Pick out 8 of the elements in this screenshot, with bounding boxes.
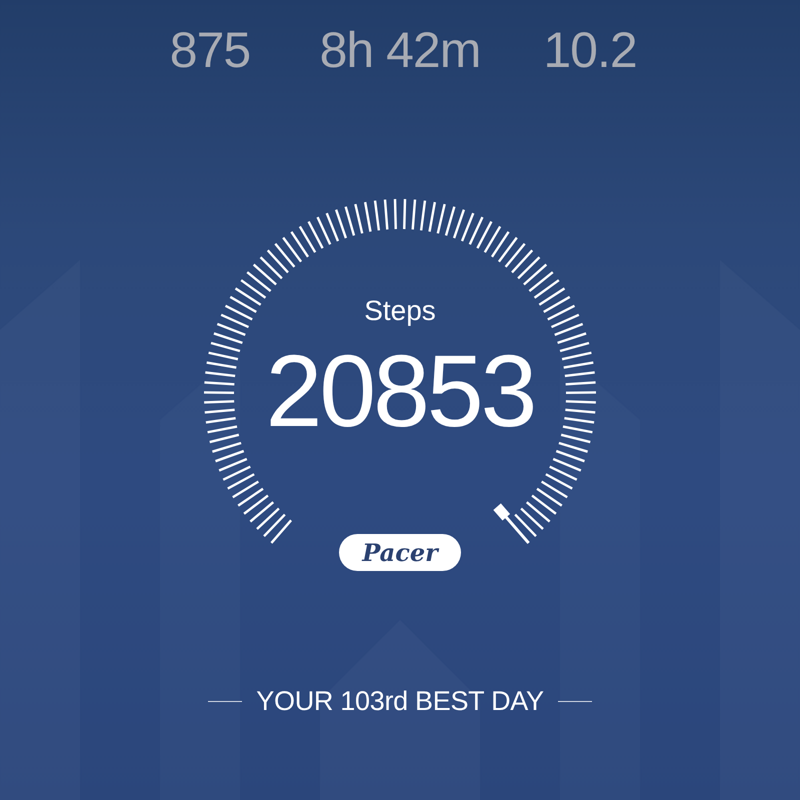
stat-value: 875 — [170, 24, 250, 76]
stat-value: 8h 42m — [320, 24, 480, 76]
steps-count: 20853 — [266, 336, 534, 446]
stat-value: 10.2 — [543, 24, 637, 76]
pacer-logo: Pacer — [339, 534, 461, 571]
steps-label: Steps — [364, 295, 436, 327]
best-day-text: YOUR 103rd BEST DAY — [256, 685, 544, 717]
gauge-handle — [493, 503, 530, 544]
